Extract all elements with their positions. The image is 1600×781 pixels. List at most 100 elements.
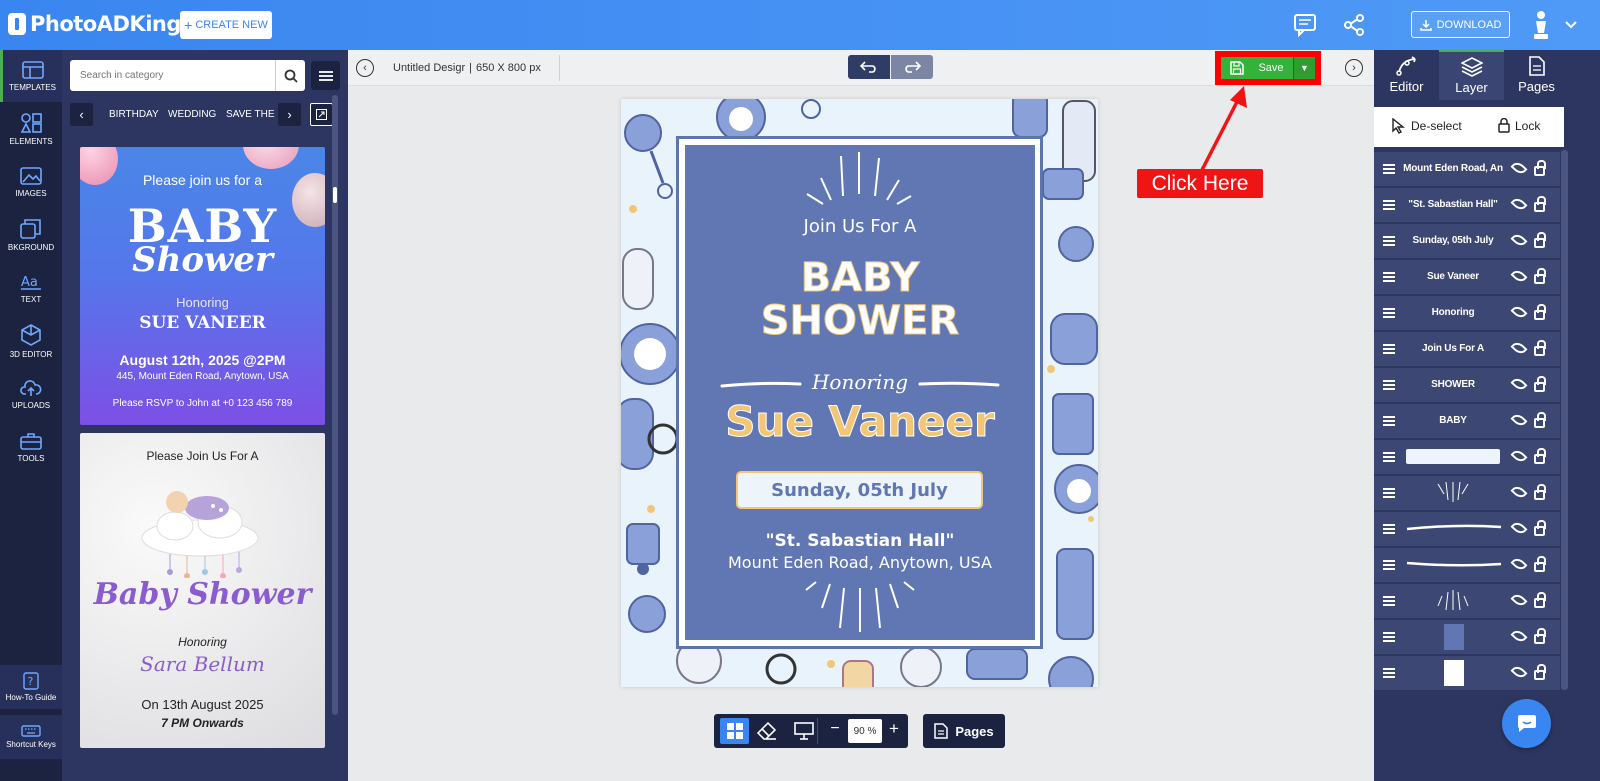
- drag-handle-icon[interactable]: [1383, 380, 1395, 390]
- tab-wedding[interactable]: WEDDING: [168, 109, 216, 120]
- design-shower-text[interactable]: SHOWER: [685, 299, 1035, 344]
- category-next-button[interactable]: ›: [278, 103, 301, 126]
- drag-handle-icon[interactable]: [1383, 632, 1395, 642]
- drag-handle-icon[interactable]: [1383, 524, 1395, 534]
- grid-view-button[interactable]: [720, 718, 749, 744]
- design-honoring-text[interactable]: Honoring: [685, 370, 1035, 394]
- tab-editor[interactable]: Editor: [1374, 50, 1439, 100]
- unlock-icon[interactable]: [1534, 376, 1546, 392]
- eye-icon[interactable]: [1510, 447, 1528, 465]
- deselect-button[interactable]: De-select: [1392, 118, 1462, 134]
- search-input[interactable]: [70, 60, 275, 91]
- tab-birthday[interactable]: BIRTHDAY: [109, 109, 159, 120]
- user-avatar-icon[interactable]: [1531, 9, 1551, 41]
- layer-row[interactable]: Sunday, 05th July: [1374, 224, 1560, 258]
- rail-elements[interactable]: ELEMENTS: [0, 103, 62, 155]
- unlock-icon[interactable]: [1534, 304, 1546, 320]
- layer-row[interactable]: [1374, 512, 1560, 546]
- pages-button[interactable]: Pages: [923, 714, 1005, 748]
- eye-icon[interactable]: [1510, 627, 1528, 645]
- layer-row[interactable]: Honoring: [1374, 296, 1560, 330]
- unlock-icon[interactable]: [1534, 232, 1546, 248]
- drag-handle-icon[interactable]: [1383, 416, 1395, 426]
- download-button[interactable]: DOWNLOAD: [1411, 11, 1510, 38]
- unlock-icon[interactable]: [1534, 484, 1546, 500]
- unlock-icon[interactable]: [1534, 412, 1546, 428]
- eye-icon[interactable]: [1510, 231, 1528, 249]
- panel-scroll-thumb[interactable]: [333, 187, 337, 203]
- drag-handle-icon[interactable]: [1383, 452, 1395, 462]
- template-card-baby-shower-2[interactable]: Please Join Us For A Baby Shower Honorin…: [80, 433, 325, 748]
- collapse-left-panel-button[interactable]: ‹: [356, 59, 374, 77]
- design-venue-text[interactable]: "St. Sabastian Hall": [685, 531, 1035, 551]
- unlock-icon[interactable]: [1534, 556, 1546, 572]
- layer-row[interactable]: [1374, 656, 1560, 690]
- eye-icon[interactable]: [1510, 591, 1528, 609]
- eye-icon[interactable]: [1510, 195, 1528, 213]
- eye-icon[interactable]: [1510, 519, 1528, 537]
- layer-row[interactable]: [1374, 440, 1560, 474]
- tab-pages[interactable]: Pages: [1504, 50, 1569, 100]
- tab-save-the[interactable]: SAVE THE: [226, 109, 275, 120]
- present-button[interactable]: [789, 718, 818, 744]
- layer-row[interactable]: BABY: [1374, 404, 1560, 438]
- drag-handle-icon[interactable]: [1383, 488, 1395, 498]
- drag-handle-icon[interactable]: [1383, 344, 1395, 354]
- rail-tools[interactable]: TOOLS: [0, 421, 62, 473]
- design-name-text[interactable]: Sue Vaneer: [685, 397, 1035, 447]
- feedback-icon[interactable]: [1293, 13, 1317, 37]
- chat-support-button[interactable]: [1502, 699, 1551, 748]
- layer-row[interactable]: "St. Sabastian Hall": [1374, 188, 1560, 222]
- eraser-icon[interactable]: [756, 720, 778, 742]
- drag-handle-icon[interactable]: [1383, 236, 1395, 246]
- unlock-icon[interactable]: [1534, 664, 1546, 680]
- layer-row[interactable]: [1374, 476, 1560, 510]
- eye-icon[interactable]: [1510, 411, 1528, 429]
- share-icon[interactable]: [1342, 13, 1366, 37]
- design-baby-text[interactable]: BABY: [685, 256, 1035, 301]
- undo-button[interactable]: [848, 55, 890, 79]
- design-address-text[interactable]: Mount Eden Road, Anytown, USA: [685, 553, 1035, 572]
- drag-handle-icon[interactable]: [1383, 164, 1395, 174]
- drag-handle-icon[interactable]: [1383, 272, 1395, 282]
- layer-row[interactable]: [1374, 584, 1560, 618]
- drag-handle-icon[interactable]: [1383, 560, 1395, 570]
- unlock-icon[interactable]: [1534, 268, 1546, 284]
- unlock-icon[interactable]: [1534, 628, 1546, 644]
- tab-layer[interactable]: Layer: [1439, 50, 1504, 100]
- list-view-button[interactable]: [311, 61, 340, 90]
- eye-icon[interactable]: [1510, 339, 1528, 357]
- drag-handle-icon[interactable]: [1383, 596, 1395, 606]
- photoadking-logo[interactable]: PhotoADKing: [8, 12, 181, 36]
- redo-button[interactable]: [891, 55, 933, 79]
- rail-3d-editor[interactable]: 3D EDITOR: [0, 315, 62, 367]
- zoom-in-button[interactable]: +: [886, 719, 902, 741]
- drag-handle-icon[interactable]: [1383, 308, 1395, 318]
- eye-icon[interactable]: [1510, 555, 1528, 573]
- unlock-icon[interactable]: [1534, 520, 1546, 536]
- unlock-icon[interactable]: [1534, 448, 1546, 464]
- rail-text[interactable]: Aa TEXT: [0, 262, 62, 314]
- create-new-button[interactable]: + CREATE NEW: [180, 11, 272, 39]
- rail-background[interactable]: BKGROUND: [0, 209, 62, 261]
- chevron-down-icon[interactable]: [1564, 20, 1578, 30]
- design-join-text[interactable]: Join Us For A: [685, 216, 1035, 237]
- save-options-dropdown[interactable]: ▼: [1294, 57, 1315, 79]
- layer-row[interactable]: Sue Vaneer: [1374, 260, 1560, 294]
- drag-handle-icon[interactable]: [1383, 200, 1395, 210]
- rail-templates[interactable]: TEMPLATES: [0, 50, 62, 102]
- eye-icon[interactable]: [1510, 375, 1528, 393]
- layer-row[interactable]: Join Us For A: [1374, 332, 1560, 366]
- design-date-box[interactable]: Sunday, 05th July: [736, 471, 983, 509]
- search-button[interactable]: [275, 60, 305, 91]
- eye-icon[interactable]: [1510, 663, 1528, 681]
- eye-icon[interactable]: [1510, 267, 1528, 285]
- category-prev-button[interactable]: ‹: [70, 103, 93, 126]
- zoom-level-field[interactable]: 90 %: [848, 719, 882, 743]
- rail-images[interactable]: IMAGES: [0, 156, 62, 208]
- layer-row[interactable]: [1374, 620, 1560, 654]
- eye-icon[interactable]: [1510, 303, 1528, 321]
- design-title-field[interactable]: Untitled Desigr | 650 X 800 px: [386, 55, 560, 81]
- unlock-icon[interactable]: [1534, 160, 1546, 176]
- drag-handle-icon[interactable]: [1383, 668, 1395, 678]
